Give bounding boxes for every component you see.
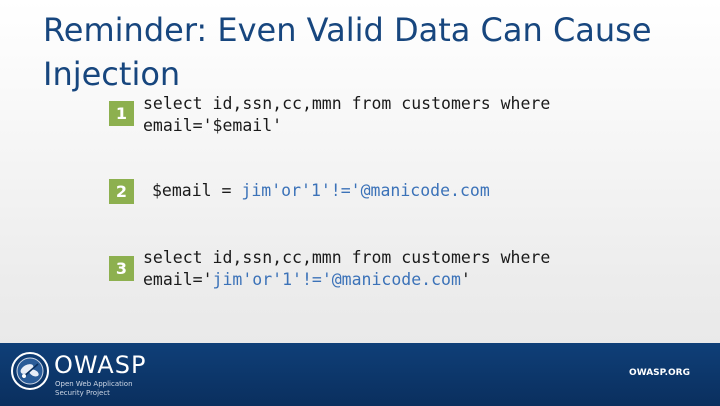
site-url: OWASP.ORG [629,368,690,378]
logo-tagline-line-2: Security Project [55,389,110,397]
step-2-malicious-value: jim'or'1'!='@manicode.com [241,181,490,200]
step-1-query-line-2: email='$email' [143,116,283,135]
owasp-wasp-logo-icon [11,352,49,390]
step-3-query-line-1: select id,ssn,cc,mmn from customers wher… [143,248,551,267]
logo-tagline-line-1: Open Web Application [55,380,133,388]
step-1-query: select id,ssn,cc,mmn from customers wher… [143,93,550,137]
step-2-assignment: $email = jim'or'1'!='@manicode.com [152,180,490,202]
step-3-query-line-2-prefix: email=' [143,270,213,289]
logo-wordmark: OWASP [54,351,147,379]
footer-bar: OWASP Open Web Application Security Proje… [0,343,720,406]
step-3-badge: 3 [109,256,134,281]
step-3-query: select id,ssn,cc,mmn from customers wher… [143,247,550,291]
logo-tagline: Open Web Application Security Project [55,380,165,398]
step-3-injected-value: jim'or'1'!='@manicode.com [212,270,461,289]
step-1-badge: 1 [109,101,134,126]
step-2-badge: 2 [109,179,134,204]
slide-title: Reminder: Even Valid Data Can Cause Inje… [43,11,652,93]
step-2-variable: $email = [152,181,242,200]
step-1-query-line-1: select id,ssn,cc,mmn from customers wher… [143,94,551,113]
step-3-query-line-2-suffix: ' [460,270,471,289]
